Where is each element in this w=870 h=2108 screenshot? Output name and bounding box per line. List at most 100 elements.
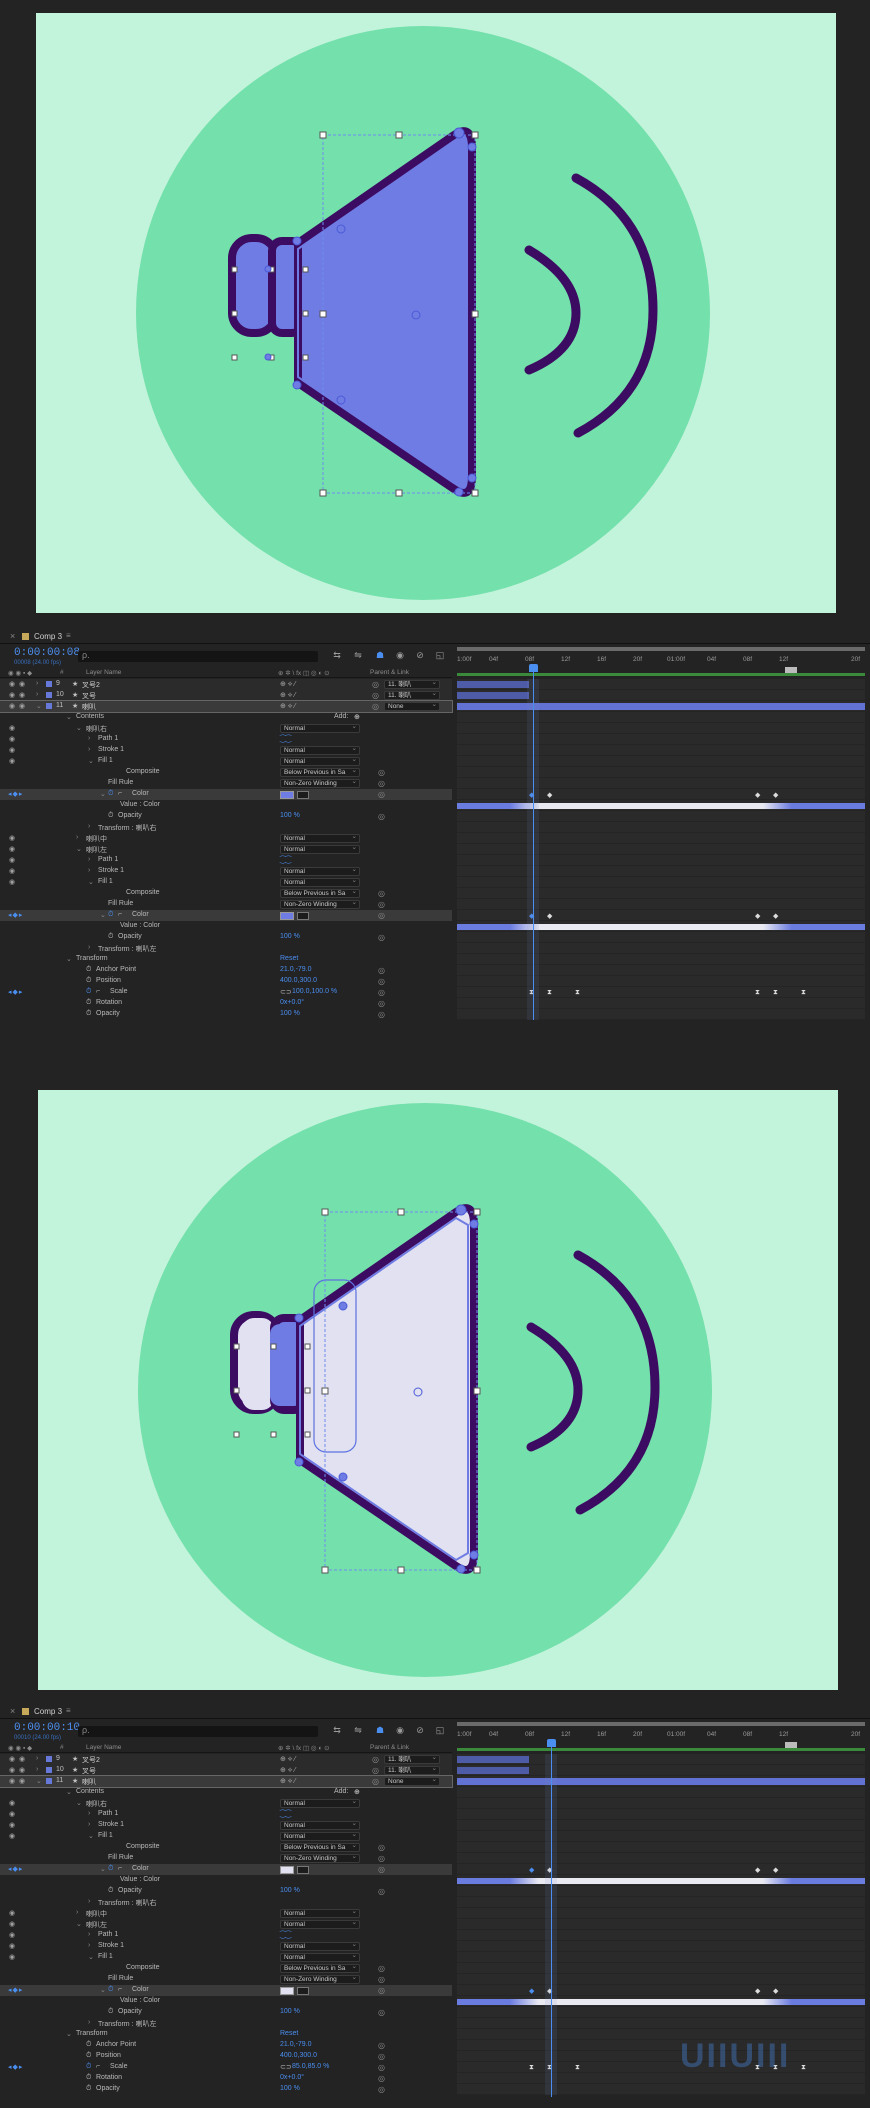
work-area-bar[interactable] [457, 1748, 865, 1751]
stopwatch-icon[interactable]: ⏱ [86, 977, 91, 985]
eyedropper-icon[interactable] [297, 1866, 309, 1874]
color-row[interactable]: ◂◆▸ ⌄ ⏱ ⌐ Color ◎ [0, 1864, 452, 1875]
pickwhip-icon[interactable]: ◎ [378, 977, 385, 986]
scale-value[interactable]: 100.0,100.0 % [292, 988, 337, 995]
keyframe[interactable]: ◆ [755, 791, 760, 799]
stopwatch-icon[interactable]: ⏱ [108, 2008, 113, 2016]
eye-icon[interactable]: ◉ [9, 1810, 15, 1818]
opacity-row[interactable]: ⏱ Opacity 100 % ◎ [0, 811, 452, 822]
layer-switches[interactable]: ⊕ ⟡ ⁄ [280, 1777, 296, 1786]
pickwhip-icon[interactable]: ◎ [378, 812, 385, 821]
keyframe[interactable]: ⧗ [801, 989, 806, 997]
keyframe-navigator[interactable]: ◂◆▸ [8, 790, 23, 798]
pickwhip-icon[interactable]: ◎ [378, 988, 385, 997]
pickwhip-icon[interactable]: ◎ [378, 2085, 385, 2094]
keyframe[interactable]: ◆ [755, 1866, 760, 1874]
add-icon[interactable]: ⊕ [354, 713, 360, 721]
stopwatch-icon[interactable]: ⏱ [86, 2074, 91, 2082]
layer-search-input[interactable]: ρ. [78, 1725, 318, 1737]
twirl-icon[interactable]: › [36, 691, 38, 698]
color-swatch[interactable] [280, 1866, 294, 1874]
layer-duration-bar[interactable] [457, 679, 865, 690]
transform-left-row[interactable]: › Transform : 喇叭左 [0, 2018, 452, 2029]
blend-mode-dropdown[interactable]: Normal [280, 1831, 360, 1841]
blend-mode-dropdown[interactable]: Normal [280, 1908, 360, 1918]
eye-icon[interactable]: ◉ [9, 724, 15, 732]
composite-row[interactable]: Composite Below Previous in Sa ◎ [0, 888, 452, 899]
color-swatch[interactable] [280, 912, 294, 920]
anchor-row[interactable]: ⏱ Anchor Point 21.0,-79.0 ◎ [0, 2040, 452, 2051]
keyframe[interactable]: ◆ [547, 912, 552, 920]
keyframe-navigator[interactable]: ◂◆▸ [8, 988, 23, 996]
eye-icon[interactable]: ◉ ◉ [9, 1777, 25, 1785]
eye-icon[interactable]: ◉ [9, 757, 15, 765]
position-row[interactable]: ⏱ Position 400.0,300.0 ◎ [0, 976, 452, 987]
keyframe-navigator[interactable]: ◂◆▸ [8, 2063, 23, 2071]
twirl-icon[interactable]: › [36, 1766, 38, 1773]
parent-dropdown[interactable]: 11. 喇叭 [384, 1754, 440, 1764]
eye-icon[interactable]: ◉ ◉ [9, 1755, 25, 1763]
blend-mode-dropdown[interactable]: Normal [280, 756, 360, 766]
fill-rule-row[interactable]: Fill Rule Non-Zero Winding ◎ [0, 778, 452, 789]
eye-icon[interactable]: ◉ [9, 735, 15, 743]
keyframe[interactable]: ◆ [773, 791, 778, 799]
composite-dropdown[interactable]: Below Previous in Sa [280, 1842, 360, 1852]
add-icon[interactable]: ⊕ [354, 1788, 360, 1796]
close-icon[interactable]: × [10, 1706, 15, 1716]
pickwhip-icon[interactable]: ◎ [378, 2063, 385, 2072]
layer-row-10[interactable]: ◉ ◉ › 10 ★ 叉号 ⊕ ⟡ ⁄ ◎ 11. 喇叭 [0, 690, 452, 701]
rotation-value[interactable]: 0x+0.0° [280, 999, 304, 1006]
layer-duration-bar[interactable] [457, 1765, 865, 1776]
pickwhip-icon[interactable]: ◎ [378, 768, 385, 777]
stopwatch-icon[interactable]: ⏱ [86, 2052, 91, 2060]
composite-row[interactable]: Composite Below Previous in Sa ◎ [0, 767, 452, 778]
pickwhip-icon[interactable]: ◎ [378, 1887, 385, 1896]
path-row[interactable]: ◉ › Path 1 ⁐⁐ [0, 1930, 452, 1941]
current-time-display[interactable]: 0:00:00:10 [14, 1722, 80, 1734]
stopwatch-icon[interactable]: ⏱ [86, 966, 91, 974]
layer-switches[interactable]: ⊕ ⟡ ⁄ [280, 1766, 296, 1775]
pickwhip-icon[interactable]: ◎ [378, 1986, 385, 1995]
eye-icon[interactable]: ◉ [9, 834, 15, 842]
eye-icon[interactable]: ◉ [9, 867, 15, 875]
motion-blur-icon[interactable]: ⊘ [414, 1725, 426, 1735]
graph-editor-icon[interactable]: ◱ [434, 1725, 446, 1735]
fill-rule-dropdown[interactable]: Non-Zero Winding [280, 778, 360, 788]
pickwhip-icon[interactable]: ◎ [378, 2008, 385, 2017]
layer-name-header[interactable]: Layer Name [86, 669, 121, 676]
layer-row-10[interactable]: ◉ ◉ › 10 ★ 叉号 ⊕ ⟡ ⁄ ◎ 11. 喇叭 [0, 1765, 452, 1776]
twirl-icon[interactable]: › [36, 1755, 38, 1762]
stopwatch-icon[interactable]: ⏱ [86, 988, 91, 996]
pickwhip-icon[interactable]: ◎ [378, 2041, 385, 2050]
stroke-row[interactable]: ◉ › Stroke 1 Normal [0, 866, 452, 877]
pickwhip-icon[interactable]: ◎ [372, 1755, 379, 1764]
pickwhip-icon[interactable]: ◎ [378, 2052, 385, 2061]
stopwatch-icon[interactable]: ⏱ [108, 1986, 113, 1994]
pickwhip-icon[interactable]: ◎ [372, 691, 379, 700]
composite-dropdown[interactable]: Below Previous in Sa [280, 888, 360, 898]
layer-name[interactable]: 叉号 [82, 691, 96, 701]
pickwhip-icon[interactable]: ◎ [378, 1975, 385, 1984]
eye-icon[interactable]: ◉ [9, 878, 15, 886]
layer-switches[interactable]: ⊕ ⟡ ⁄ [280, 691, 296, 700]
twirl-icon[interactable]: ⌄ [36, 1777, 42, 1785]
time-navigator[interactable] [457, 647, 865, 651]
blend-mode-dropdown[interactable]: Normal [280, 844, 360, 854]
position-value[interactable]: 400.0,300.0 [280, 2052, 317, 2059]
eye-icon[interactable]: ◉ [9, 856, 15, 864]
fill-rule-dropdown[interactable]: Non-Zero Winding [280, 899, 360, 909]
blend-mode-dropdown[interactable]: Normal [280, 877, 360, 887]
fill-rule-row[interactable]: Fill Rule Non-Zero Winding ◎ [0, 1853, 452, 1864]
comp-mini-flowchart-icon[interactable]: ⇆ [331, 650, 343, 660]
mask-shape-icon[interactable]: ⁐⁐ [280, 856, 291, 864]
parent-dropdown[interactable]: 11. 喇叭 [384, 690, 440, 700]
mask-shape-icon[interactable]: ⁐⁐ [280, 1931, 291, 1939]
pickwhip-icon[interactable]: ◎ [378, 2074, 385, 2083]
transform-left-row[interactable]: › Transform : 喇叭左 [0, 943, 452, 954]
color-keyframe-track[interactable]: ◆ ◆ ◆ ◆ [457, 910, 865, 921]
eye-icon[interactable]: ◉ ◉ [9, 702, 25, 710]
pickwhip-icon[interactable]: ◎ [372, 1766, 379, 1775]
layer-label-swatch[interactable] [46, 1778, 52, 1784]
composite-row[interactable]: Composite Below Previous in Sa ◎ [0, 1963, 452, 1974]
fill-row[interactable]: ◉ ⌄ Fill 1 Normal [0, 756, 452, 767]
